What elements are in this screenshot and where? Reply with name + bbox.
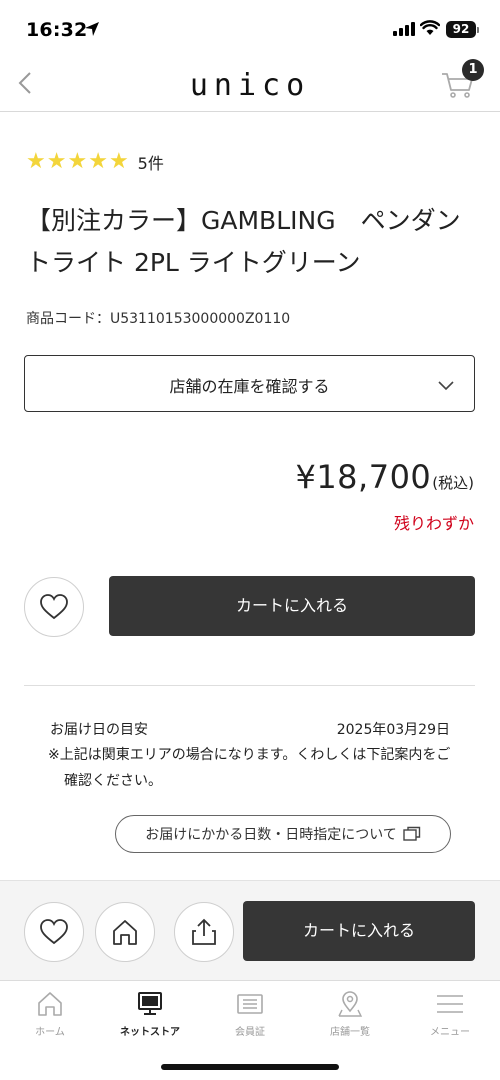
price-block: ¥18,700 (税込) xyxy=(295,458,474,496)
star-icon: ★ xyxy=(46,149,67,174)
external-window-icon xyxy=(403,826,420,841)
status-time: 16:32 xyxy=(26,19,88,41)
product-title: 【別注カラー】GAMBLING ペンダントライト 2PL ライトグリーン xyxy=(26,206,461,277)
home-icon xyxy=(113,920,137,945)
share-icon xyxy=(192,918,216,945)
tab-member-card[interactable]: 会員証 xyxy=(200,989,300,1045)
delivery-info-link-label: お届けにかかる日数・日時指定について xyxy=(145,827,397,843)
member-card-icon xyxy=(237,994,263,1014)
store-stock-label: 店舗の在庫を確認する xyxy=(169,377,330,396)
add-to-cart-button[interactable]: カートに入れる xyxy=(109,576,475,636)
delivery-info-link[interactable]: お届けにかかる日数・日時指定について xyxy=(115,815,451,853)
sticky-home-button[interactable] xyxy=(95,902,155,962)
battery-icon: 92 xyxy=(446,21,479,38)
star-icon: ★ xyxy=(26,149,46,174)
home-indicator xyxy=(161,1064,339,1070)
price-value: ¥18,700 xyxy=(295,458,432,496)
delivery-note: ※上記は関東エリアの場合になります。くわしくは下記案内をご確認ください。 xyxy=(48,747,451,789)
store-stock-dropdown[interactable]: 店舗の在庫を確認する xyxy=(24,355,475,412)
heart-icon xyxy=(40,594,68,620)
tax-label: (税込) xyxy=(432,474,474,492)
star-icon: ★ xyxy=(88,149,108,174)
product-code: 商品コード：U53110153000000Z0110 xyxy=(26,311,291,327)
home-icon xyxy=(38,992,62,1016)
tab-label: メニュー xyxy=(430,1027,470,1038)
star-icon: ★ xyxy=(67,149,88,174)
star-icon: ★ xyxy=(108,149,129,174)
product-rating[interactable]: ★ ★ ★ ★ ★ 5件 xyxy=(26,150,164,174)
tab-menu[interactable]: メニュー xyxy=(400,989,500,1045)
signal-icon xyxy=(393,22,415,36)
tab-net-store[interactable]: ネットストア xyxy=(100,989,200,1045)
star-rating: ★ ★ ★ ★ ★ xyxy=(26,151,129,173)
sticky-action-bar: カートに入れる xyxy=(0,880,500,980)
location-arrow-icon xyxy=(85,22,99,36)
delivery-estimate-date: 2025年03月29日 xyxy=(336,722,450,738)
tab-label: ネットストア xyxy=(120,1027,180,1038)
sticky-share-button[interactable] xyxy=(174,902,234,962)
section-divider xyxy=(24,685,475,686)
tab-home[interactable]: ホーム xyxy=(0,989,100,1045)
menu-icon xyxy=(437,995,463,1013)
sticky-favorite-button[interactable] xyxy=(24,902,84,962)
tab-label: ホーム xyxy=(35,1027,65,1038)
status-bar: 16:32 92 xyxy=(0,0,500,56)
map-pin-icon xyxy=(338,991,363,1017)
wifi-icon xyxy=(420,20,440,35)
tab-store-list[interactable]: 店舗一覧 xyxy=(300,989,400,1045)
delivery-estimate-label: お届け日の目安 xyxy=(50,722,148,738)
sticky-add-to-cart-button[interactable]: カートに入れる xyxy=(243,901,475,961)
tab-label: 店舗一覧 xyxy=(330,1027,370,1038)
cart-count-badge: 1 xyxy=(462,59,484,81)
stock-status: 残りわずか xyxy=(393,514,474,533)
monitor-icon xyxy=(138,992,162,1015)
chevron-down-icon xyxy=(438,381,454,391)
app-header: unico xyxy=(0,56,500,112)
heart-icon xyxy=(40,919,68,945)
brand-logo[interactable]: unico xyxy=(0,68,500,103)
tab-label: 会員証 xyxy=(235,1027,265,1038)
review-count[interactable]: 5件 xyxy=(138,150,164,174)
favorite-button[interactable] xyxy=(24,577,84,637)
